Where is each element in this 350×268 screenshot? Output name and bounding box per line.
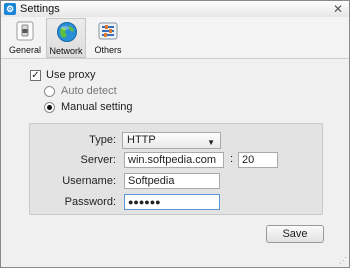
server-input[interactable]: win.softpedia.com [124, 152, 224, 168]
use-proxy-row: ✓ Use proxy [30, 68, 96, 82]
close-icon: ✕ [332, 2, 344, 16]
manual-setting-radio[interactable] [44, 101, 55, 113]
auto-detect-label: Auto detect [61, 85, 117, 97]
resize-grip-icon[interactable]: ⋰ [339, 256, 347, 265]
gear-icon: ⚙ [4, 3, 16, 15]
type-select[interactable]: HTTP ▼ [122, 132, 221, 149]
close-button[interactable]: ✕ [331, 2, 345, 16]
password-input[interactable]: ●●●●●● [124, 194, 220, 210]
tab-general-label: General [8, 45, 42, 55]
manual-setting-row: Manual setting [44, 100, 133, 114]
tab-network-label: Network [49, 46, 83, 56]
chevron-down-icon: ▼ [207, 138, 215, 147]
save-button[interactable]: Save [266, 225, 324, 243]
globe-icon [57, 22, 77, 42]
title-bar: ⚙ Settings ✕ [1, 1, 349, 17]
settings-toolbar: General Network Others [1, 17, 349, 59]
username-input[interactable]: Softpedia [124, 173, 220, 189]
manual-setting-label: Manual setting [61, 101, 133, 113]
use-proxy-checkbox[interactable]: ✓ [30, 69, 41, 81]
tab-others-label: Others [94, 45, 122, 55]
network-settings-panel: ✓ Use proxy Auto detect Manual setting T… [1, 59, 349, 267]
server-label: Server: [80, 154, 116, 166]
type-label: Type: [89, 134, 116, 146]
auto-detect-radio[interactable] [44, 85, 55, 97]
type-value: HTTP [127, 134, 156, 146]
tab-general[interactable]: General [5, 18, 45, 58]
port-input[interactable]: 20 [238, 152, 278, 168]
password-label: Password: [64, 196, 116, 208]
switch-icon [16, 21, 34, 41]
tab-network[interactable]: Network [46, 18, 86, 58]
auto-detect-row: Auto detect [44, 84, 117, 98]
use-proxy-label: Use proxy [46, 69, 96, 81]
window-title: Settings [20, 3, 60, 15]
sliders-icon [98, 22, 118, 40]
proxy-form: Type: HTTP ▼ Server: win.softpedia.com :… [29, 123, 323, 215]
port-separator: : [230, 153, 234, 165]
username-label: Username: [62, 175, 116, 187]
settings-window: ⚙ Settings ✕ General Network Others ✓ Us… [0, 0, 350, 268]
tab-others[interactable]: Others [88, 18, 128, 58]
